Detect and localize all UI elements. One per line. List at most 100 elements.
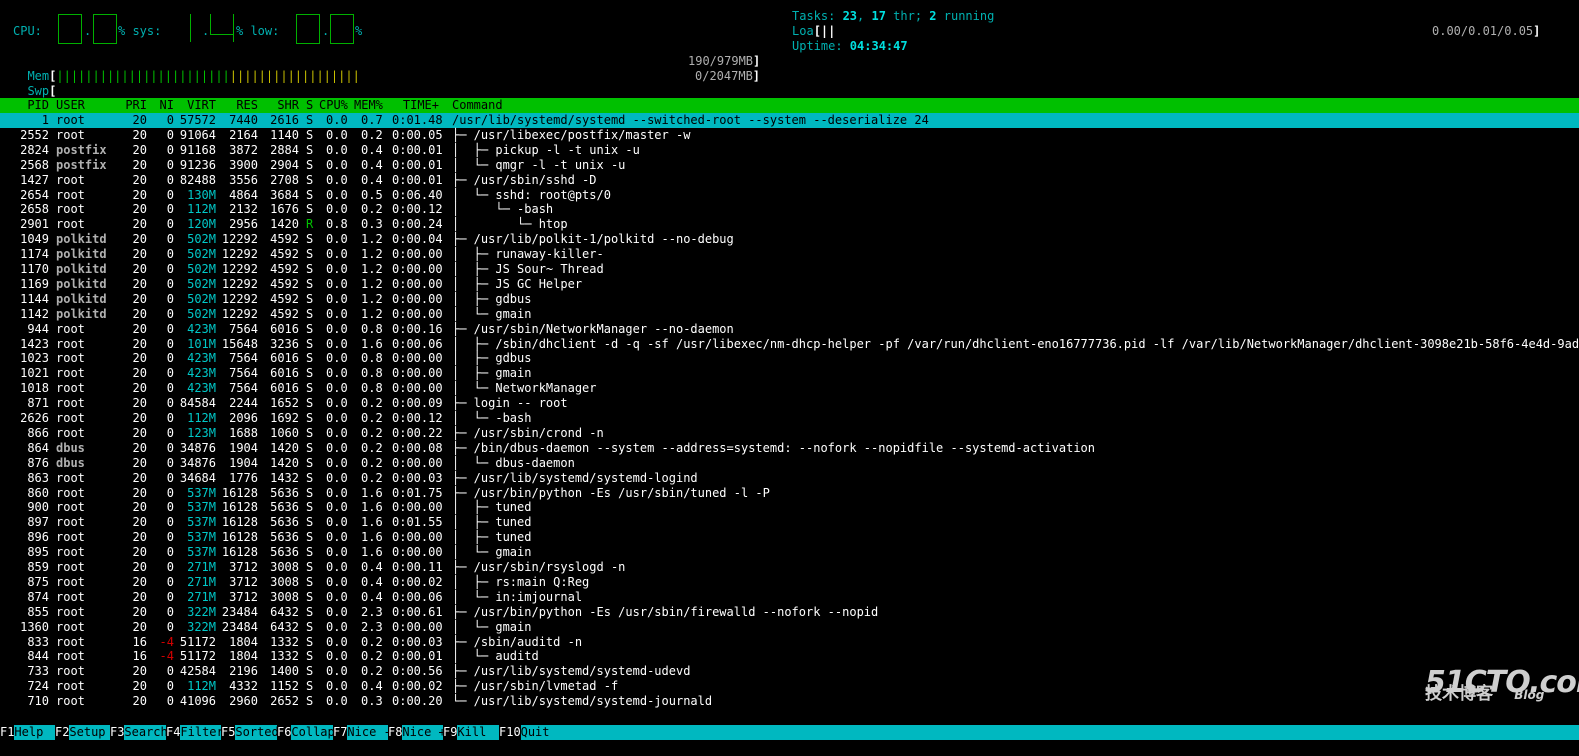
process-row[interactable]: 896 root 20 0 537M 16128 5636 S 0.0 1.6 0:00.00 │ ├…	[0, 530, 1579, 545]
process-command: │ ├─ /sbin/dhclient -d -q -sf /usr/libex…	[452, 336, 1579, 351]
process-row[interactable]: 871 root 20 0 84584 2244 1652 S 0.0 0.2 0:00.09 ├─ …	[0, 396, 1579, 411]
fkey-f10-label[interactable]: Quit	[521, 725, 550, 740]
process-shr: 5636	[270, 485, 299, 500]
process-row[interactable]: 1021 root 20 0 423M 7564 6016 S 0.0 0.8 0:00.00 │ ├…	[0, 366, 1579, 381]
process-mem: 0.2	[361, 470, 383, 485]
process-pid: 724	[27, 679, 49, 694]
process-row[interactable]: 1174 polkitd 20 0 502M 12292 4592 S 0.0 1.2 0:00.0…	[0, 247, 1579, 262]
process-row[interactable]: 2626 root 20 0 112M 2096 1692 S 0.0 0.2 0:00.12 │ └…	[0, 411, 1579, 426]
process-row[interactable]: 2901 root 20 0 120M 2956 1420 R 0.8 0.3 0:00.24 │ └…	[0, 217, 1579, 232]
process-row[interactable]: 1170 polkitd 20 0 502M 12292 4592 S 0.0 1.2 0:00.0…	[0, 262, 1579, 277]
process-row[interactable]: 863 root 20 0 34684 1776 1432 S 0.0 0.2 0:00.03 ├─ …	[0, 471, 1579, 486]
process-row[interactable]: 866 root 20 0 123M 1688 1060 S 0.0 0.2 0:00.22 ├─ /…	[0, 426, 1579, 441]
process-shr: 4592	[270, 291, 299, 306]
process-row[interactable]: 1423 root 20 0 101M 15648 3236 S 0.0 1.6 0:00.06 │ …	[0, 337, 1579, 352]
fkey-f3-label[interactable]: Search	[124, 725, 167, 740]
fkey-f8[interactable]: F8	[388, 725, 403, 740]
fkey-f10[interactable]: F10	[499, 725, 521, 740]
col-ni[interactable]: NI	[150, 98, 174, 113]
process-row[interactable]: 874 root 20 0 271M 3712 3008 S 0.0 0.4 0:00.06 │ └─…	[0, 590, 1579, 605]
process-row[interactable]: 897 root 20 0 537M 16128 5636 S 0.0 1.6 0:01.55 │ ├…	[0, 515, 1579, 530]
process-virt: 502M	[187, 247, 216, 262]
fkey-f7[interactable]: F7	[333, 725, 348, 740]
function-key-bar: F1 Help F2 Setup F3 Search F4 Filter F5 Sorted F6 C…	[0, 725, 1579, 740]
process-row[interactable]: 2568 postfix 20 0 91236 3900 2904 S 0.0 0.4 0:00.0…	[0, 158, 1579, 173]
col-pri[interactable]: PRI	[115, 98, 147, 113]
process-command: │ ├─ rs:main Q:Reg	[452, 574, 590, 589]
process-row[interactable]: 864 dbus 20 0 34876 1904 1420 S 0.0 0.2 0:00.08 ├─ …	[0, 441, 1579, 456]
process-row[interactable]: 944 root 20 0 423M 7564 6016 S 0.0 0.8 0:00.16 ├─ /…	[0, 322, 1579, 337]
process-row[interactable]: 2552 root 20 0 91064 2164 1140 S 0.0 0.2 0:00.05 ├─…	[0, 128, 1579, 143]
col-pid[interactable]: PID	[0, 98, 49, 113]
fkey-f3[interactable]: F3	[110, 725, 125, 740]
process-user: postfix	[56, 142, 107, 157]
fkey-f9-label[interactable]: Kill	[457, 725, 486, 740]
process-row[interactable]: 1018 root 20 0 423M 7564 6016 S 0.0 0.8 0:00.00 │ └…	[0, 381, 1579, 396]
process-time: 0:01.48	[392, 113, 443, 127]
process-row[interactable]: 895 root 20 0 537M 16128 5636 S 0.0 1.6 0:00.00 │ └…	[0, 545, 1579, 560]
process-shr: 2616	[270, 113, 299, 127]
col-time[interactable]: TIME+	[392, 98, 439, 113]
col-shr[interactable]: SHR	[262, 98, 299, 113]
col-state[interactable]: S	[306, 98, 313, 113]
process-row[interactable]: 876 dbus 20 0 34876 1904 1420 S 0.0 0.2 0:00.00 │ └…	[0, 456, 1579, 471]
fkey-f5-label[interactable]: Sorted	[235, 725, 278, 740]
process-row[interactable]: 875 root 20 0 271M 3712 3008 S 0.0 0.4 0:00.02 │ ├─…	[0, 575, 1579, 590]
fkey-f8-label[interactable]: Nice +	[402, 725, 445, 740]
process-priority: 20	[132, 247, 147, 262]
swp-meter: Swp[	[13, 69, 56, 99]
fkey-f4[interactable]: F4	[166, 725, 181, 740]
process-row[interactable]: 1 root 20 0 57572 7440 2616 S 0.0 0.7 0:01.48/usr/…	[0, 113, 1579, 128]
process-row[interactable]: 855 root 20 0 322M 23484 6432 S 0.0 2.3 0:00.61 ├─ …	[0, 605, 1579, 620]
process-row[interactable]: 724 root 20 0 112M 4332 1152 S 0.0 0.4 0:00.02 ├─ /…	[0, 679, 1579, 694]
process-row[interactable]: 833 root 16 -4 51172 1804 1332 S 0.0 0.2 0:00.03 ├─…	[0, 635, 1579, 650]
process-row[interactable]: 710 root 20 0 41096 2960 2652 S 0.0 0.3 0:00.20 └─ …	[0, 694, 1579, 709]
process-row[interactable]: 2658 root 20 0 112M 2132 1676 S 0.0 0.2 0:00.12 │ └…	[0, 202, 1579, 217]
process-row[interactable]: 733 root 20 0 42584 2196 1400 S 0.0 0.2 0:00.56 ├─ …	[0, 664, 1579, 679]
process-cpu: 0.0	[326, 619, 348, 634]
col-cpu[interactable]: CPU%	[319, 98, 348, 113]
col-virt[interactable]: VIRT	[176, 98, 216, 113]
fkey-f2[interactable]: F2	[55, 725, 70, 740]
fkey-f5[interactable]: F5	[221, 725, 236, 740]
fkey-f4-label[interactable]: Filter	[180, 725, 223, 740]
process-row[interactable]: 1049 polkitd 20 0 502M 12292 4592 S 0.0 1.2 0:00.0…	[0, 232, 1579, 247]
process-cpu: 0.0	[326, 664, 348, 679]
process-shr: 1676	[270, 202, 299, 217]
process-row[interactable]: 2824 postfix 20 0 91168 3872 2884 S 0.0 0.4 0:00.0…	[0, 143, 1579, 158]
fkey-f6-label[interactable]: Collap	[291, 725, 334, 740]
process-mem: 1.6	[361, 545, 383, 560]
process-command: ├─ /usr/sbin/NetworkManager --no-daemon	[452, 321, 734, 336]
fkey-f9[interactable]: F9	[443, 725, 458, 740]
process-shr: 4592	[270, 247, 299, 262]
process-row[interactable]: 844 root 16 -4 51172 1804 1332 S 0.0 0.2 0:00.01 │ …	[0, 649, 1579, 664]
process-priority: 20	[132, 232, 147, 247]
process-row[interactable]: 1169 polkitd 20 0 502M 12292 4592 S 0.0 1.2 0:00.0…	[0, 277, 1579, 292]
process-row[interactable]: 1427 root 20 0 82488 3556 2708 S 0.0 0.4 0:00.01 ├─…	[0, 173, 1579, 188]
process-row[interactable]: 1144 polkitd 20 0 502M 12292 4592 S 0.0 1.2 0:00.0…	[0, 292, 1579, 307]
process-row[interactable]: 860 root 20 0 537M 16128 5636 S 0.0 1.6 0:01.75 ├─ …	[0, 486, 1579, 501]
process-row[interactable]: 1360 root 20 0 322M 23484 6432 S 0.0 2.3 0:00.00 │ …	[0, 620, 1579, 635]
process-state: S	[306, 604, 314, 619]
fkey-f1-label[interactable]: Help	[14, 725, 43, 740]
process-row[interactable]: 900 root 20 0 537M 16128 5636 S 0.0 1.6 0:00.00 │ ├…	[0, 500, 1579, 515]
process-row[interactable]: 859 root 20 0 271M 3712 3008 S 0.0 0.4 0:00.11 ├─ /…	[0, 560, 1579, 575]
fkey-f6[interactable]: F6	[277, 725, 292, 740]
process-row[interactable]: 2654 root 20 0 130M 4864 3684 S 0.0 0.5 0:06.40 │ └…	[0, 188, 1579, 203]
col-res[interactable]: RES	[219, 98, 258, 113]
process-mem: 0.5	[361, 187, 383, 202]
process-row[interactable]: 1142 polkitd 20 0 502M 12292 4592 S 0.0 1.2 0:00.0…	[0, 307, 1579, 322]
process-res: 1804	[229, 634, 258, 649]
col-mem[interactable]: MEM%	[354, 98, 383, 113]
process-row[interactable]: 1023 root 20 0 423M 7564 6016 S 0.0 0.8 0:00.00 │ ├…	[0, 351, 1579, 366]
col-user[interactable]: USER	[56, 98, 85, 113]
sys-digit-separator	[233, 14, 234, 42]
process-priority: 20	[132, 321, 147, 336]
process-state: S	[306, 679, 314, 694]
fkey-f2-label[interactable]: Setup	[69, 725, 105, 740]
fkey-f7-label[interactable]: Nice -	[347, 725, 390, 740]
fkey-f1[interactable]: F1	[0, 725, 15, 740]
process-priority: 16	[132, 649, 147, 664]
col-command[interactable]: Command	[452, 98, 503, 113]
process-virt: 42584	[179, 664, 216, 679]
